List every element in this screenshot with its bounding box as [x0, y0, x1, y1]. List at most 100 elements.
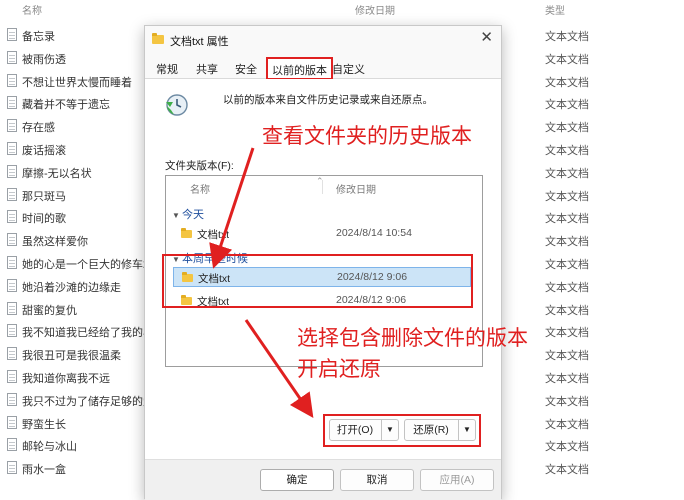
- text-file-icon: [7, 255, 17, 269]
- file-name: 野蛮生长: [22, 418, 66, 431]
- file-name: 她的心是一个巨大的修车场: [22, 258, 154, 271]
- file-type: 文本文档: [545, 464, 589, 477]
- folder-icon: [181, 228, 192, 238]
- tab-previous-versions[interactable]: 以前的版本: [266, 57, 333, 80]
- group-label: 今天: [182, 209, 204, 221]
- folder-icon: [152, 33, 164, 44]
- file-name: 我只不过为了储存足够的爱: [22, 395, 154, 408]
- highlight-box-versions: [162, 254, 473, 308]
- group-today[interactable]: ▼ 今天: [172, 206, 204, 222]
- text-file-icon: [7, 187, 17, 201]
- tab-general[interactable]: 常规: [156, 61, 178, 77]
- file-name: 藏着并不等于遗忘: [22, 99, 110, 112]
- file-type: 文本文档: [545, 53, 589, 66]
- properties-dialog: 文档txt 属性 ✕ 常规 共享 安全 以前的版本 自定义 以前的版本来自文件历…: [144, 25, 502, 500]
- tab-customize[interactable]: 自定义: [332, 61, 365, 77]
- text-file-icon: [7, 164, 17, 178]
- file-name: 废话摇滚: [22, 144, 66, 157]
- file-type: 文本文档: [545, 350, 589, 363]
- file-type: 文本文档: [545, 395, 589, 408]
- dialog-titlebar: 文档txt 属性 ✕: [145, 26, 501, 52]
- versions-description: 以前的版本来自文件历史记录或来自还原点。: [223, 94, 433, 106]
- tab-security[interactable]: 安全: [235, 61, 257, 77]
- apply-button[interactable]: 应用(A): [420, 469, 494, 491]
- file-type: 文本文档: [545, 190, 589, 203]
- history-clock-icon: [166, 94, 188, 116]
- file-name: 时间的歌: [22, 213, 66, 226]
- file-type: 文本文档: [545, 31, 589, 43]
- file-name: 她沿着沙滩的边缘走: [22, 281, 121, 294]
- versions-column-name[interactable]: 名称: [190, 181, 210, 196]
- column-divider: [322, 180, 323, 194]
- text-file-icon: [7, 324, 17, 338]
- text-file-icon: [7, 278, 17, 292]
- file-type: 文本文档: [545, 441, 589, 454]
- file-type: 文本文档: [545, 281, 589, 294]
- file-name: 那只斑马: [22, 190, 66, 203]
- version-row[interactable]: 文档txt 2024/8/14 10:54: [173, 224, 471, 244]
- restore-button-label: 还原(R): [413, 424, 449, 436]
- column-type-header[interactable]: 类型: [545, 2, 565, 17]
- text-file-icon: [7, 347, 17, 361]
- text-file-icon: [7, 392, 17, 406]
- tab-bar: 常规 共享 安全 以前的版本 自定义: [145, 57, 501, 80]
- file-name: 甜蜜的复仇: [22, 304, 77, 317]
- text-file-icon: [7, 96, 17, 110]
- text-file-icon: [7, 28, 17, 41]
- file-name: 雨水一盒: [22, 464, 66, 477]
- chevron-down-icon: ▼: [172, 211, 180, 220]
- text-file-icon: [7, 50, 17, 64]
- annotation-bottom-line1: 选择包含删除文件的版本: [297, 327, 528, 350]
- text-file-icon: [7, 461, 17, 475]
- restore-button[interactable]: 还原(R) ▼: [404, 419, 476, 441]
- close-icon[interactable]: ✕: [480, 30, 493, 45]
- file-type: 文本文档: [545, 258, 589, 271]
- file-name: 邮轮与冰山: [22, 441, 77, 454]
- version-name: 文档txt: [197, 229, 230, 241]
- annotation-bottom-line2: 开启还原: [297, 358, 381, 381]
- file-name: 我不知道我已经给了我的早...: [22, 327, 164, 340]
- file-name: 我很丑可是我很温柔: [22, 350, 121, 363]
- open-button-label: 打开(O): [336, 424, 374, 436]
- dialog-title: 文档txt 属性: [170, 36, 229, 48]
- file-name: 存在感: [22, 122, 55, 135]
- chevron-down-icon[interactable]: ▼: [381, 420, 398, 440]
- text-file-icon: [7, 415, 17, 429]
- open-button[interactable]: 打开(O) ▼: [329, 419, 399, 441]
- text-file-icon: [7, 210, 17, 224]
- file-name: 不想让世界太慢而睡着: [22, 76, 132, 89]
- column-name-header[interactable]: 名称: [22, 2, 42, 17]
- file-type: 文本文档: [545, 418, 589, 431]
- text-file-icon: [7, 301, 17, 315]
- version-date: 2024/8/14 10:54: [336, 227, 412, 239]
- text-file-icon: [7, 141, 17, 155]
- file-name: 被雨伤透: [22, 53, 66, 66]
- text-file-icon: [7, 119, 17, 133]
- file-type: 文本文档: [545, 236, 589, 249]
- file-name: 虽然这样爱你: [22, 236, 88, 249]
- file-type: 文本文档: [545, 76, 589, 89]
- column-modified-header[interactable]: 修改日期: [355, 2, 395, 17]
- tab-sharing[interactable]: 共享: [196, 61, 218, 77]
- chevron-down-icon[interactable]: ▼: [458, 420, 475, 440]
- dialog-footer: 确定 取消 应用(A): [145, 459, 501, 500]
- text-file-icon: [7, 73, 17, 87]
- versions-column-date[interactable]: 修改日期: [336, 181, 376, 196]
- file-type: 文本文档: [545, 213, 589, 226]
- file-type: 文本文档: [545, 167, 589, 180]
- file-type: 文本文档: [545, 372, 589, 385]
- file-name: 我知道你离我不远: [22, 372, 110, 385]
- file-type: 文本文档: [545, 327, 589, 340]
- file-type: 文本文档: [545, 304, 589, 317]
- file-type: 文本文档: [545, 122, 589, 135]
- text-file-icon: [7, 233, 17, 247]
- folder-versions-label: 文件夹版本(F):: [165, 160, 234, 172]
- file-type: 文本文档: [545, 144, 589, 157]
- file-name: 摩擦-无以名状: [22, 167, 92, 180]
- ok-button[interactable]: 确定: [260, 469, 334, 491]
- annotation-top: 查看文件夹的历史版本: [262, 125, 472, 148]
- text-file-icon: [7, 369, 17, 383]
- explorer-column-header: 名称 修改日期 类型: [0, 0, 684, 17]
- text-file-icon: [7, 438, 17, 452]
- cancel-button[interactable]: 取消: [340, 469, 414, 491]
